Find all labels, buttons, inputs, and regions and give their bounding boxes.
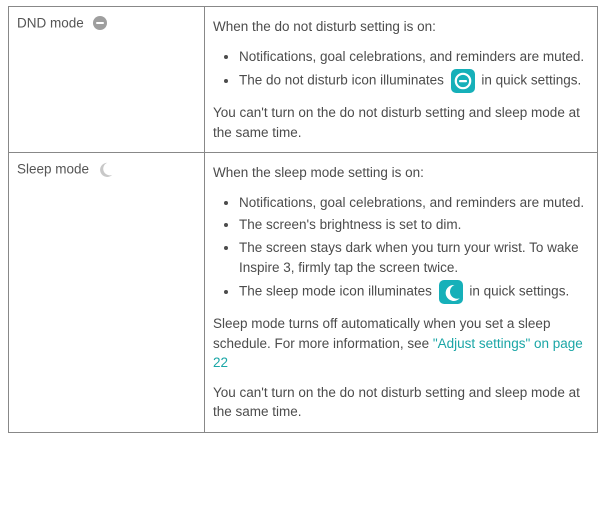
desc-cell-sleep: When the sleep mode setting is on: Notif…	[205, 153, 598, 433]
sleep-bullets: Notifications, goal celebrations, and re…	[213, 193, 589, 304]
modes-table: DND mode When the do not disturb setting…	[8, 6, 598, 433]
mode-label-sleep: Sleep mode	[17, 161, 114, 176]
dnd-intro: When the do not disturb setting is on:	[213, 17, 589, 37]
dnd-bullets: Notifications, goal celebrations, and re…	[213, 47, 589, 94]
mode-label-text: Sleep mode	[17, 162, 89, 177]
sleep-intro: When the sleep mode setting is on:	[213, 163, 589, 183]
dnd-note: You can't turn on the do not disturb set…	[213, 103, 589, 142]
dnd-illuminated-icon	[451, 69, 475, 93]
table-row: Sleep mode When the sleep mode setting i…	[9, 153, 598, 433]
list-item: Notifications, goal celebrations, and re…	[239, 47, 589, 67]
mode-cell-sleep: Sleep mode	[9, 153, 205, 433]
sleep-schedule-note: Sleep mode turns off automatically when …	[213, 314, 589, 373]
list-item: The screen stays dark when you turn your…	[239, 238, 589, 277]
mode-label-text: DND mode	[17, 16, 84, 31]
sleep-mode-icon	[97, 161, 114, 178]
desc-cell-dnd: When the do not disturb setting is on: N…	[205, 7, 598, 153]
list-item: The screen's brightness is set to dim.	[239, 215, 589, 235]
mode-cell-dnd: DND mode	[9, 7, 205, 153]
list-item: The sleep mode icon illuminates in quick…	[239, 280, 589, 304]
sleep-illuminated-icon	[439, 280, 463, 304]
bullet-pre: The do not disturb icon illuminates	[239, 73, 444, 88]
sleep-exclusive-note: You can't turn on the do not disturb set…	[213, 383, 589, 422]
list-item: The do not disturb icon illuminates in q…	[239, 69, 589, 93]
list-item: Notifications, goal celebrations, and re…	[239, 193, 589, 213]
bullet-post: in quick settings.	[481, 73, 581, 88]
mode-label-dnd: DND mode	[17, 15, 108, 30]
dnd-mode-icon	[92, 15, 108, 31]
bullet-post: in quick settings.	[469, 284, 569, 299]
bullet-pre: The sleep mode icon illuminates	[239, 284, 432, 299]
table-row: DND mode When the do not disturb setting…	[9, 7, 598, 153]
